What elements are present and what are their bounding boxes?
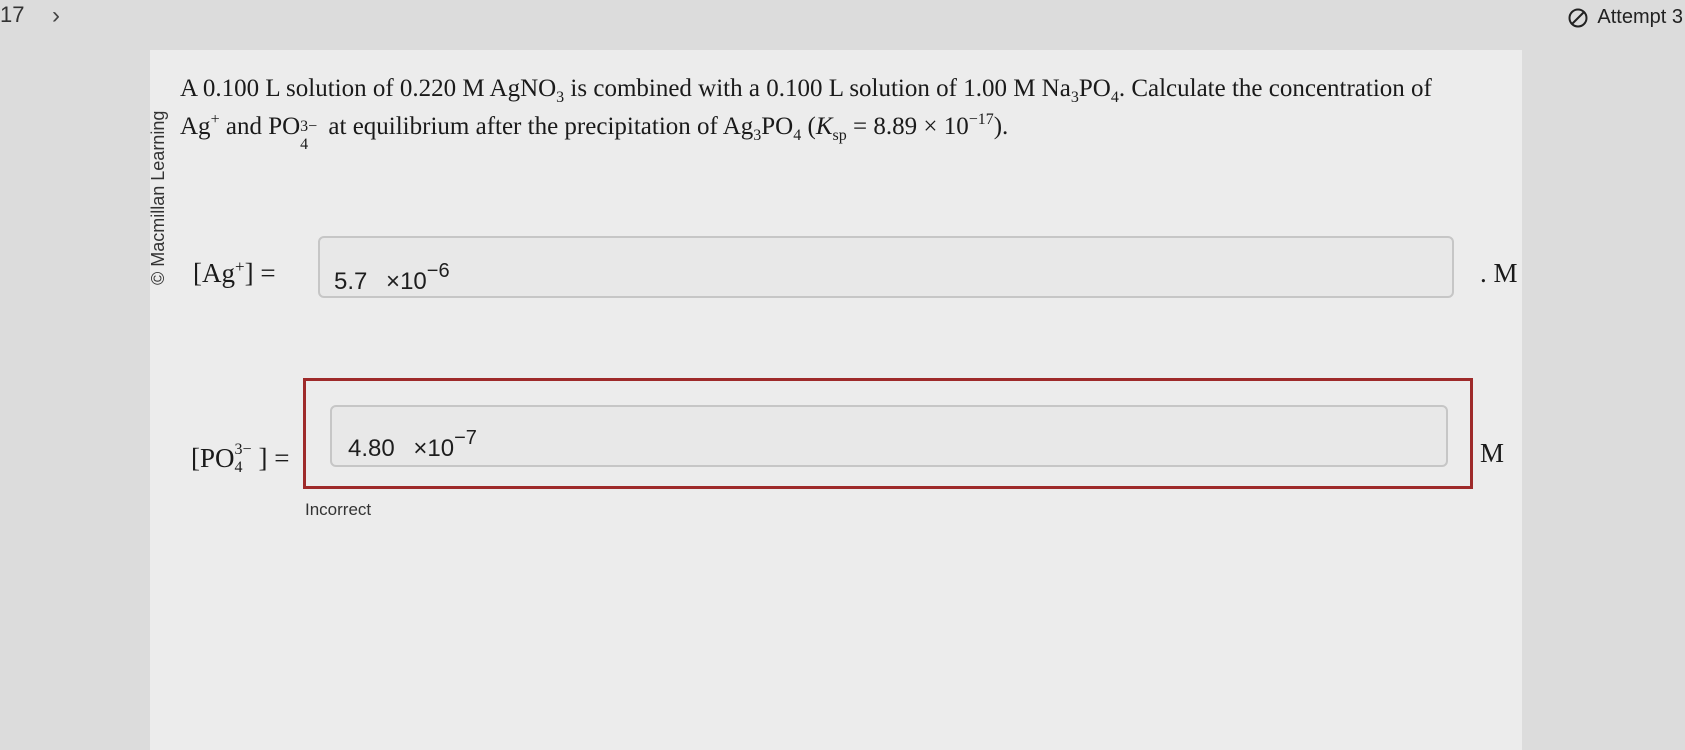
ag-value-times: ×10 [386,268,427,295]
po4-value-mantissa: 4.80 [348,435,395,462]
ag-value-mantissa: 5.7 [334,268,368,295]
po4-value-exponent: −7 [454,427,477,449]
po4-unit: M [1480,438,1505,468]
po4-concentration-input[interactable]: 4.80 ×10−7 [330,405,1448,467]
incorrect-feedback: Incorrect [305,500,372,519]
ag-concentration-input[interactable]: 5.7 ×10−6 [318,236,1454,298]
question-number: 17 [0,2,25,27]
attempt-indicator: Attempt 3 [1567,6,1683,29]
po4-value-times: ×10 [413,435,455,462]
ag-value-exponent: −6 [426,260,450,282]
next-question-chevron-icon[interactable]: › [52,2,60,30]
no-entry-icon [1568,8,1588,27]
po4-concentration-label: [PO 3− 4] = [191,440,290,476]
attempt-label: Attempt 3 [1597,6,1683,28]
copyright-text: © Macmillan Learning [148,110,168,285]
ag-concentration-label: [Ag+] = [193,257,276,288]
ag-unit: . M [1480,258,1518,288]
top-bar: 17 › Attempt 3 [0,0,1685,40]
problem-statement: A 0.100 L solution of 0.220 M AgNO3 is c… [180,75,1432,154]
